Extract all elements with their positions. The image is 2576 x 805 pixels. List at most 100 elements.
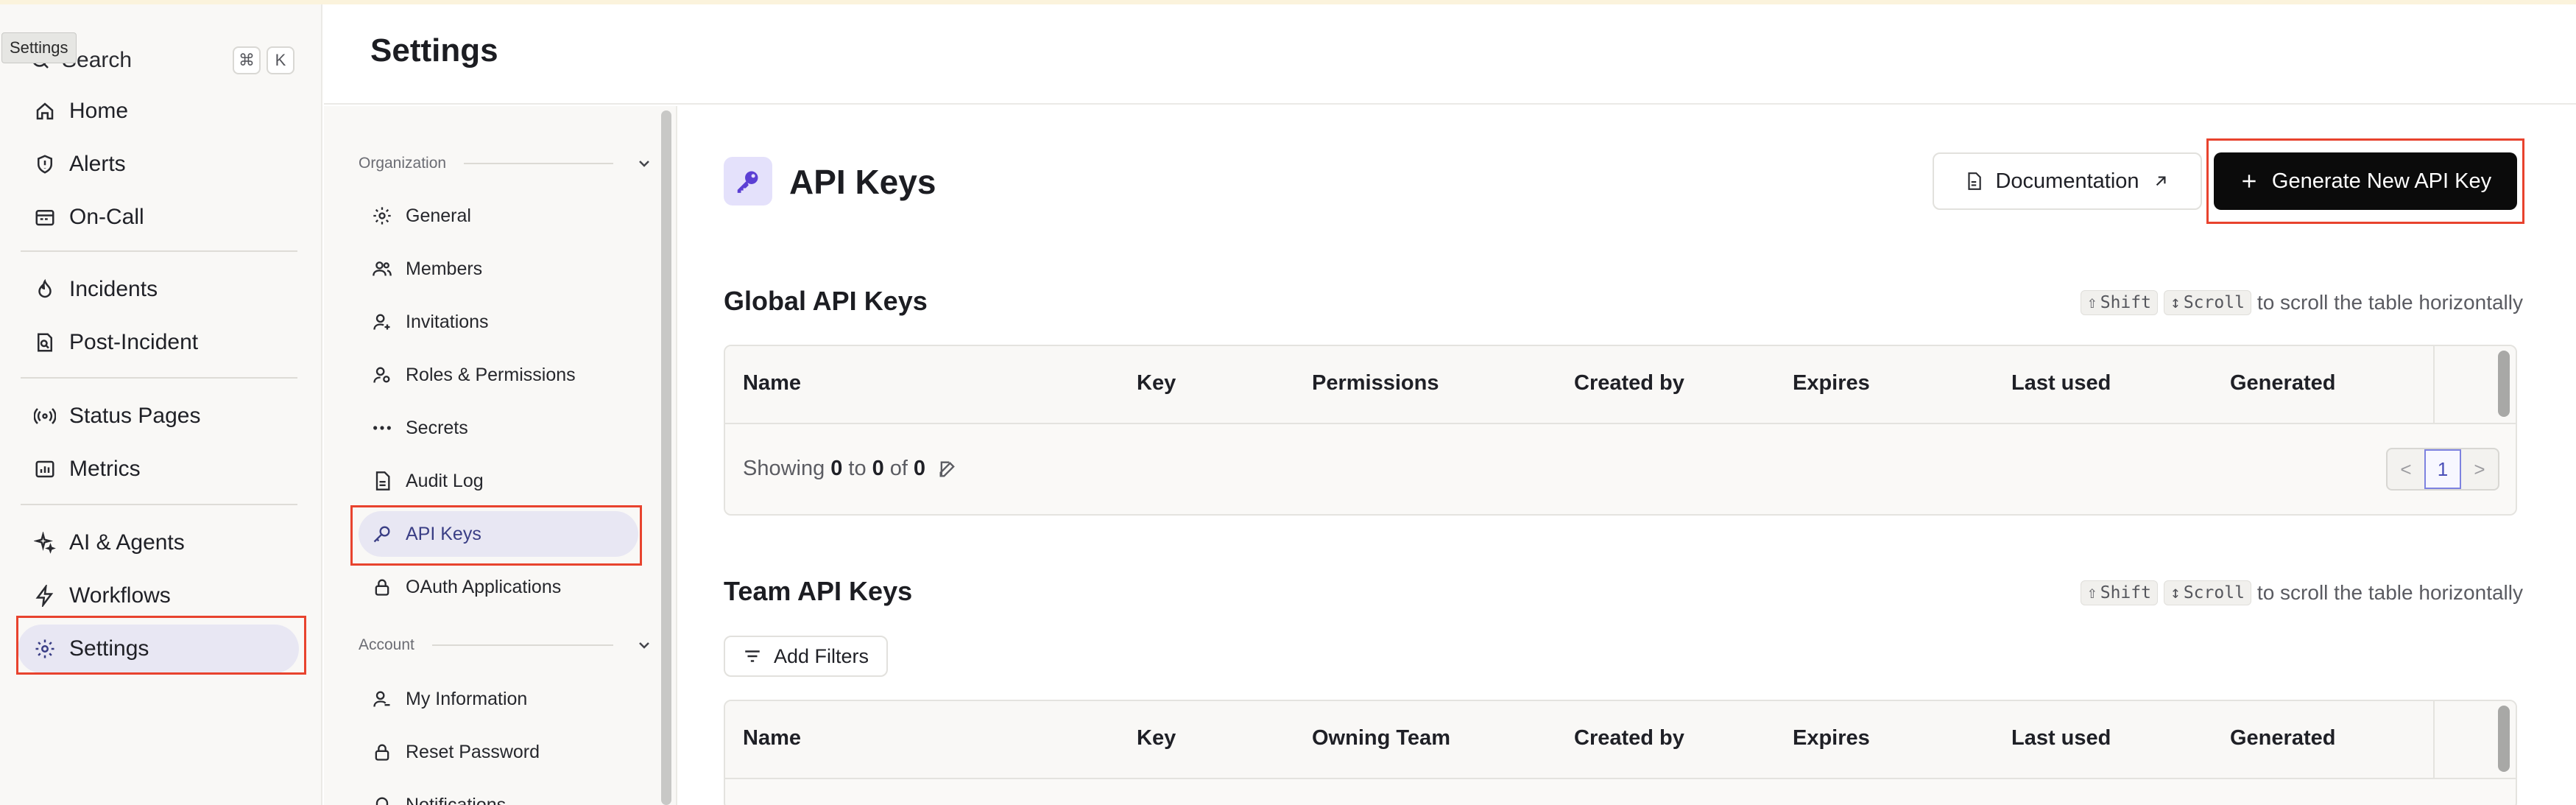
- settings-subnav: Organization General Members Invitations…: [324, 106, 677, 805]
- column-header[interactable]: Permissions: [1312, 371, 1439, 396]
- subnav-item-general[interactable]: General: [359, 193, 638, 239]
- column-divider: [2433, 346, 2435, 424]
- subnav-item-label: My Information: [406, 688, 528, 709]
- scroll-key-label: Scroll: [2183, 583, 2245, 602]
- table-scrollbar[interactable]: [2498, 706, 2510, 772]
- dots-icon: [372, 418, 392, 438]
- scroll-hint-text: to scroll the table horizontally: [2256, 291, 2523, 314]
- subnav-item-members[interactable]: Members: [359, 246, 638, 292]
- content-title: API Keys: [789, 163, 936, 201]
- team-keys-table: Name Key Owning Team Created by Expires …: [724, 700, 2517, 805]
- subnav-item-invitations[interactable]: Invitations: [359, 299, 638, 345]
- lock-icon: [372, 577, 392, 597]
- nav-item-on-call[interactable]: On-Call: [18, 193, 299, 242]
- nav-item-metrics[interactable]: Metrics: [18, 445, 299, 493]
- subnav-item-roles-permissions[interactable]: Roles & Permissions: [359, 352, 638, 398]
- column-header[interactable]: Key: [1137, 371, 1176, 396]
- nav-item-label: Incidents: [69, 277, 158, 301]
- column-header[interactable]: Name: [743, 371, 801, 396]
- nav-item-label: Home: [69, 99, 129, 123]
- subnav-item-label: Notifications: [406, 794, 507, 805]
- column-header[interactable]: Owning Team: [1312, 726, 1450, 750]
- subnav-item-reset-password[interactable]: Reset Password: [359, 729, 638, 775]
- subnav-item-label: API Keys: [406, 523, 481, 544]
- scroll-key-label: Scroll: [2183, 293, 2245, 312]
- nav-item-incidents[interactable]: Incidents: [18, 265, 299, 314]
- bell-icon: [372, 795, 392, 805]
- nav-item-settings[interactable]: Settings: [18, 625, 299, 673]
- nav-item-home[interactable]: Home: [18, 87, 299, 136]
- subnav-item-oauth-applications[interactable]: OAuth Applications: [359, 564, 638, 610]
- shift-key-chip: ⇧ Shift: [2080, 580, 2158, 605]
- pagination-page[interactable]: 1: [2424, 449, 2461, 489]
- gear-icon: [34, 638, 56, 660]
- showing-total: 0: [913, 457, 926, 480]
- subnav-item-my-information[interactable]: My Information: [359, 676, 638, 722]
- column-header[interactable]: Last used: [2011, 371, 2111, 396]
- showing-to-word: to: [848, 457, 867, 480]
- edit-icon[interactable]: [937, 459, 958, 479]
- broadcast-icon: [34, 405, 56, 427]
- column-header[interactable]: Expires: [1793, 371, 1870, 396]
- section-header-account[interactable]: Account: [359, 630, 653, 660]
- column-header[interactable]: Created by: [1574, 726, 1684, 750]
- section-header-organization[interactable]: Organization: [359, 149, 653, 178]
- subnav-item-label: Audit Log: [406, 470, 484, 491]
- column-header[interactable]: Created by: [1574, 371, 1684, 396]
- column-header[interactable]: Expires: [1793, 726, 1870, 750]
- table-header: Name Key Permissions Created by Expires …: [725, 346, 2516, 424]
- nav-item-workflows[interactable]: Workflows: [18, 572, 299, 620]
- nav-item-alerts[interactable]: Alerts: [18, 140, 299, 189]
- nav-item-label: Post-Incident: [69, 330, 199, 354]
- subnav-item-notifications[interactable]: Notifications: [359, 782, 638, 805]
- subnav-item-api-keys[interactable]: API Keys: [359, 511, 638, 557]
- scroll-key-chip: ↕ Scroll: [2163, 580, 2251, 605]
- settings-tooltip: Settings: [1, 32, 77, 63]
- nav-item-status-pages[interactable]: Status Pages: [18, 392, 299, 440]
- kbd-k: K: [267, 46, 294, 74]
- users-icon: [372, 259, 392, 279]
- subnav-item-secrets[interactable]: Secrets: [359, 405, 638, 451]
- alert-icon: [34, 153, 56, 175]
- nav-item-label: Metrics: [69, 457, 141, 481]
- pagination-next[interactable]: >: [2461, 449, 2498, 489]
- section-divider: [464, 163, 613, 164]
- home-icon: [34, 100, 56, 122]
- column-header[interactable]: Generated: [2230, 726, 2335, 750]
- documentation-button[interactable]: Documentation: [1933, 152, 2202, 210]
- content-area: API Keys Documentation Generate New API …: [679, 106, 2576, 805]
- documentation-label: Documentation: [1995, 169, 2139, 193]
- section-label: Account: [359, 636, 414, 653]
- nav-item-ai-agents[interactable]: AI & Agents: [18, 518, 299, 567]
- plus-icon: [2240, 172, 2259, 191]
- column-header[interactable]: Generated: [2230, 371, 2335, 396]
- column-header[interactable]: Key: [1137, 726, 1176, 750]
- shift-key-label: Shift: [2100, 293, 2151, 312]
- subnav-item-label: General: [406, 205, 471, 226]
- nav-divider: [21, 250, 297, 252]
- column-header[interactable]: Name: [743, 726, 801, 750]
- gear-icon: [372, 205, 392, 226]
- subnav-item-label: Reset Password: [406, 741, 540, 762]
- sparkle-icon: [34, 532, 56, 554]
- subnav-item-audit-log[interactable]: Audit Log: [359, 458, 638, 504]
- pagination: < 1 >: [2386, 448, 2499, 491]
- add-filters-button[interactable]: Add Filters: [724, 636, 889, 677]
- flame-icon: [34, 278, 56, 300]
- subnav-scrollbar[interactable]: [661, 110, 671, 805]
- nav-divider: [21, 504, 297, 505]
- file-icon: [372, 471, 392, 491]
- user-icon: [372, 689, 392, 709]
- external-link-icon: [2151, 172, 2170, 191]
- pagination-prev[interactable]: <: [2388, 449, 2424, 489]
- table-scrollbar[interactable]: [2498, 351, 2510, 417]
- column-header[interactable]: Last used: [2011, 726, 2111, 750]
- nav-item-label: Workflows: [69, 583, 171, 608]
- section-label: Organization: [359, 155, 447, 172]
- shift-arrow-icon: ⇧: [2086, 293, 2097, 312]
- lock-icon: [372, 742, 392, 762]
- bolt-icon: [34, 585, 56, 607]
- generate-api-key-button[interactable]: Generate New API Key: [2214, 152, 2517, 210]
- user-plus-icon: [372, 312, 392, 332]
- nav-item-post-incident[interactable]: Post-Incident: [18, 318, 299, 367]
